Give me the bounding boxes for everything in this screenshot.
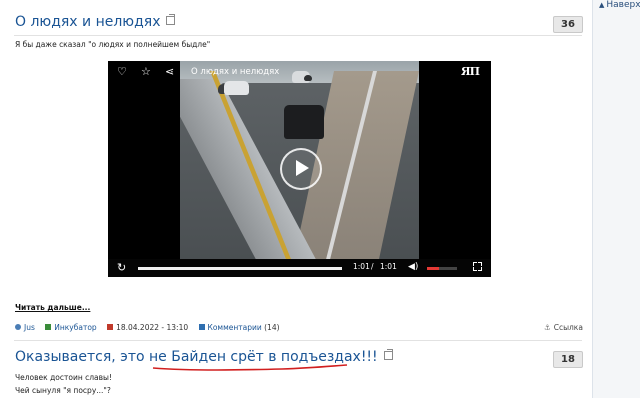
category-icon bbox=[45, 324, 52, 330]
rating-badge: 18 bbox=[553, 351, 583, 368]
video-title: О людях и нелюдях bbox=[191, 67, 280, 77]
star-icon[interactable]: ☆ bbox=[141, 66, 151, 78]
comments-count: (14) bbox=[264, 323, 280, 332]
fullscreen-icon[interactable] bbox=[473, 262, 482, 271]
back-to-top-label[interactable]: Наверх bbox=[606, 0, 640, 10]
divider bbox=[14, 35, 582, 36]
current-time: 1:01 bbox=[353, 262, 370, 271]
permalink-label[interactable]: Ссылка bbox=[554, 323, 583, 332]
time-separator: / bbox=[371, 262, 374, 271]
site-logo: ЯП bbox=[460, 65, 480, 78]
video-top-bar: ♡ ☆ ⋖ О людях и нелюдях ЯП bbox=[108, 61, 491, 85]
category-link[interactable]: Инкубатор bbox=[54, 323, 96, 332]
duration: 1:01 bbox=[380, 262, 397, 271]
post-text-line: Чей сынуля "я посру..."? bbox=[15, 386, 111, 395]
volume-icon[interactable]: ◀) bbox=[408, 262, 418, 272]
video-controls: ↻ 1:01 / 1:01 ◀) bbox=[108, 259, 491, 277]
external-link-icon[interactable] bbox=[166, 14, 176, 25]
post-date: 18.04.2022 - 13:10 bbox=[116, 323, 189, 332]
car bbox=[284, 105, 324, 139]
post-meta: Jus Инкубатор 18.04.2022 - 13:10 Коммент… bbox=[15, 323, 288, 332]
play-button[interactable] bbox=[280, 148, 322, 190]
right-sidebar: ▲ Наверх bbox=[592, 0, 640, 398]
red-underline-scribble bbox=[152, 364, 348, 371]
heart-icon[interactable]: ♡ bbox=[117, 66, 127, 78]
post-text-line: Человек достоин славы! bbox=[15, 373, 112, 382]
post-title-text[interactable]: Оказывается, это не Байден срёт в подъез… bbox=[15, 349, 378, 365]
permalink[interactable]: ⚓ Ссылка bbox=[544, 323, 583, 332]
post-title-text[interactable]: О людях и нелюдях bbox=[15, 14, 160, 30]
external-link-icon[interactable] bbox=[383, 349, 393, 360]
comments-link[interactable]: Комментарии bbox=[208, 323, 262, 332]
progress-bar[interactable] bbox=[138, 267, 342, 270]
author-link[interactable]: Jus bbox=[24, 323, 35, 332]
back-to-top-link[interactable]: ▲ Наверх bbox=[599, 0, 640, 10]
post-title[interactable]: Оказывается, это не Байден срёт в подъез… bbox=[15, 349, 393, 365]
post-title[interactable]: О людях и нелюдях bbox=[15, 14, 176, 30]
post-text: Я бы даже сказал "о людях и полнейшем бы… bbox=[15, 40, 211, 49]
user-icon bbox=[15, 324, 21, 330]
content-area: О людях и нелюдях 36 Я бы даже сказал "о… bbox=[0, 0, 592, 398]
link-icon: ⚓ bbox=[544, 323, 551, 332]
share-icon[interactable]: ⋖ bbox=[165, 66, 174, 78]
rating-badge: 36 bbox=[553, 16, 583, 33]
arrow-up-icon: ▲ bbox=[599, 1, 605, 9]
replay-icon[interactable]: ↻ bbox=[117, 261, 126, 274]
read-more-link[interactable]: Читать дальше... bbox=[15, 303, 90, 312]
comments-icon bbox=[198, 324, 205, 330]
calendar-icon bbox=[107, 324, 114, 330]
volume-slider[interactable] bbox=[427, 267, 457, 270]
video-player[interactable]: ♡ ☆ ⋖ О людях и нелюдях ЯП ↻ 1:01 / 1:01… bbox=[108, 61, 491, 277]
divider bbox=[14, 340, 582, 341]
